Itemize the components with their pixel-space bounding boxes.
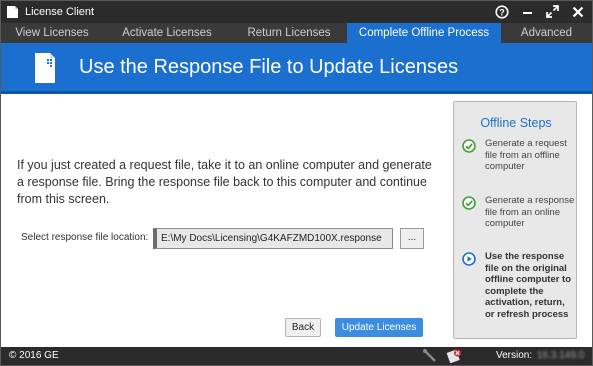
step-text: Generate a request file from an offline … [485, 138, 567, 172]
wrench-icon[interactable] [422, 349, 438, 363]
play-circle-icon [462, 252, 476, 266]
version-value: 16.3.149.0 [537, 350, 585, 361]
status-bar: © 2016 GE Version: 16.3.149.0 [1, 347, 592, 365]
browse-button[interactable]: ... [400, 228, 424, 249]
help-icon: ? [495, 5, 509, 19]
step-text: Generate a response file from an online … [485, 195, 575, 229]
tab-advanced[interactable]: Advanced [501, 23, 592, 43]
step-text: Use the response file on the original of… [485, 251, 572, 320]
maximize-icon [545, 5, 559, 18]
license-client-app-icon [7, 6, 18, 18]
offline-steps-panel: Offline Steps Generate a request file fr… [453, 101, 577, 339]
tab-activate-licenses[interactable]: Activate Licenses [103, 23, 231, 43]
page-title: Use the Response File to Update Licenses [79, 56, 459, 78]
minimize-icon [523, 12, 532, 14]
maximize-button[interactable] [543, 3, 561, 21]
check-circle-icon [462, 139, 476, 153]
help-button[interactable]: ? [493, 3, 511, 21]
copyright-text: © 2016 GE [9, 350, 59, 361]
page-header: Use the Response File to Update Licenses [1, 43, 592, 93]
minimize-button[interactable] [519, 3, 537, 21]
response-file-label: Select response file location: [21, 232, 149, 243]
app-title: License Client [25, 6, 95, 18]
document-icon [35, 53, 55, 83]
tab-complete-offline-process[interactable]: Complete Offline Process [347, 23, 501, 43]
close-button[interactable] [569, 3, 587, 21]
update-licenses-button[interactable]: Update Licenses [335, 318, 423, 337]
tab-bar: View Licenses Activate Licenses Return L… [1, 23, 592, 43]
tab-return-licenses[interactable]: Return Licenses [231, 23, 347, 43]
header-divider [1, 91, 592, 94]
tab-view-licenses[interactable]: View Licenses [1, 23, 103, 43]
title-bar: License Client ? [1, 1, 592, 23]
license-client-window: License Client ? View Licenses Activate … [0, 0, 593, 366]
version-label: Version: [496, 350, 533, 361]
instructions-text: If you just created a request file, take… [17, 158, 432, 206]
license-error-icon[interactable] [446, 349, 462, 363]
offline-steps-title: Offline Steps [480, 116, 552, 130]
response-file-path-field[interactable]: E:\My Docs\Licensing\G4KAFZMD100X.respon… [153, 228, 393, 249]
svg-text:?: ? [499, 7, 505, 17]
close-icon [572, 6, 584, 18]
back-button[interactable]: Back [285, 318, 321, 337]
check-circle-icon [462, 196, 476, 210]
